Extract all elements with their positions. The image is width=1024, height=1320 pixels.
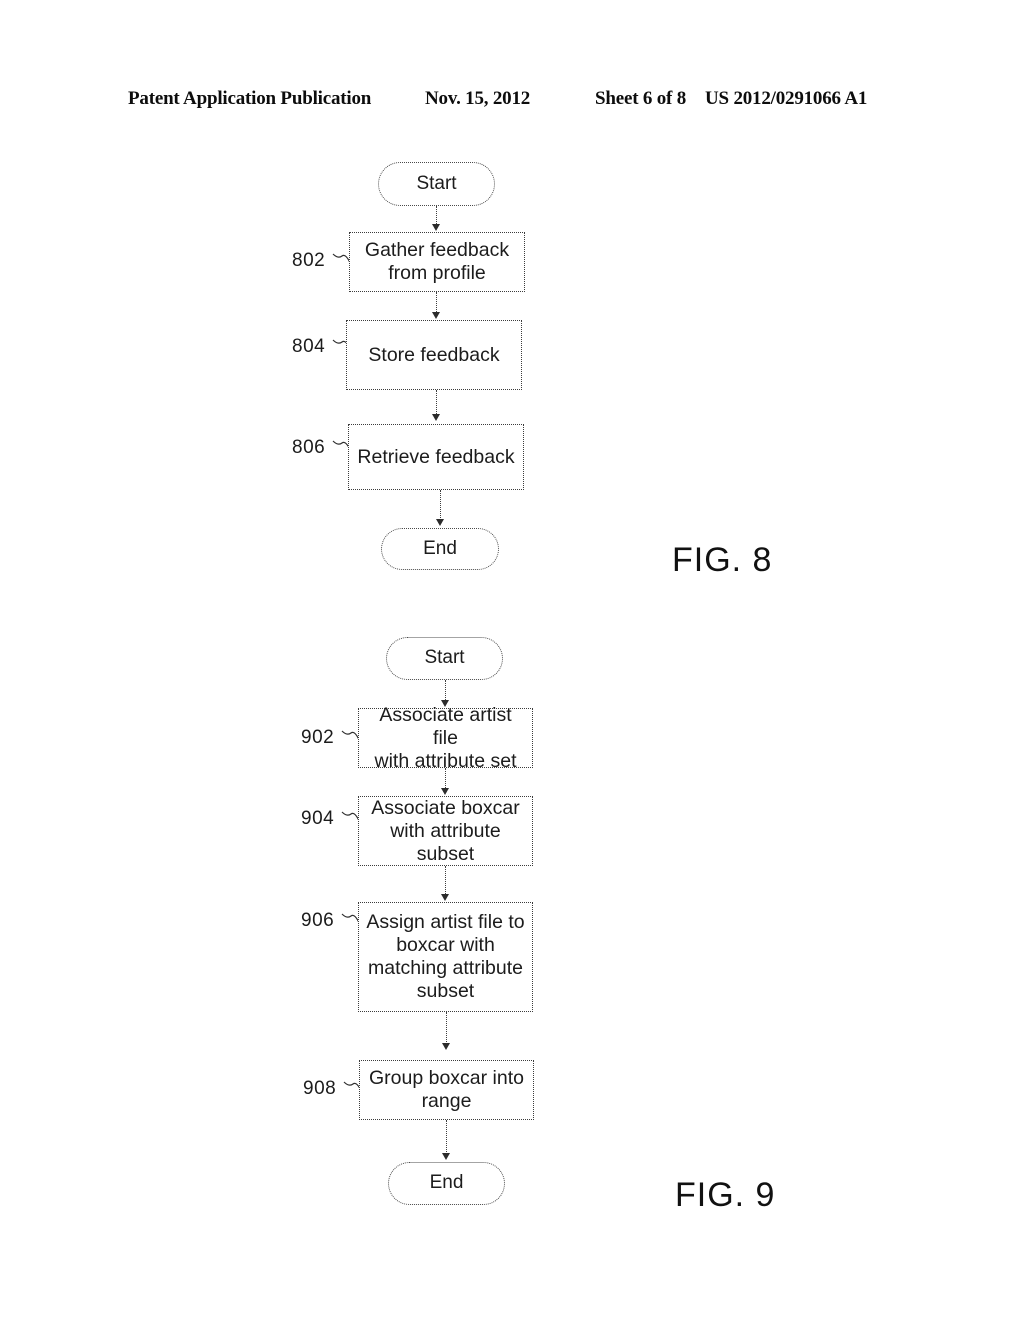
fig9-ref-label-906: 906 (301, 910, 335, 931)
fig8-step-802-line2: from profile (388, 262, 486, 284)
fig9-step-908: Group boxcar into range (359, 1060, 534, 1120)
fig9-step-904-line3: subset (416, 842, 475, 865)
fig8-step-806: Retrieve feedback (348, 424, 524, 490)
fig9-arrowhead-906 (441, 894, 449, 901)
fig9-ref-label-904: 904 (301, 808, 335, 829)
fig8-step-802-line1: Gather feedback (364, 239, 510, 261)
fig9-start-terminator: Start (386, 637, 503, 680)
fig9-step-902-line1: Associate artist file (379, 703, 512, 749)
fig8-caption: FIG. 8 (672, 541, 773, 579)
fig9-caption: FIG. 9 (675, 1176, 776, 1214)
fig8-end-terminator: End (381, 528, 499, 570)
fig8-step-806-line1: Retrieve feedback (357, 445, 515, 468)
fig8-end-label: End (423, 537, 457, 559)
fig9-step-904: Associate boxcar with attribute subset (358, 796, 533, 866)
fig8-step-802: Gather feedback from profile (349, 232, 525, 292)
fig8-arrowhead-804 (432, 312, 440, 319)
header-publication-date: Nov. 15, 2012 (425, 88, 531, 109)
fig9-end-label: End (429, 1172, 464, 1194)
fig8-ref-label-802: 802 (292, 250, 326, 271)
fig8-step-804-line1: Store feedback (368, 343, 500, 366)
fig8-ref-label-806: 806 (292, 437, 326, 458)
fig9-step-908-line1: Group boxcar into (368, 1067, 524, 1089)
fig9-step-906-line4: subset (416, 980, 475, 1002)
fig8-start-terminator: Start (378, 162, 495, 206)
fig8-connector-804-806 (436, 390, 437, 416)
fig9-connector-906-908 (446, 1012, 447, 1046)
fig8-start-label: Start (416, 172, 457, 194)
fig9-step-906-line3: matching attribute (367, 957, 523, 979)
fig8-connector-start-802 (436, 206, 437, 226)
fig9-step-902: Associate artist file with attribute set (358, 704, 533, 772)
fig8-connector-806-end (440, 490, 441, 522)
fig8-connector-802-804 (436, 292, 437, 314)
header-publication-title: Patent Application Publication (128, 88, 372, 109)
fig9-step-904-line1: Associate boxcar (371, 796, 520, 819)
fig9-step-906-line1: Assign artist file to (366, 911, 525, 933)
fig9-arrowhead-904 (441, 788, 449, 795)
fig8-step-804: Store feedback (346, 320, 522, 390)
fig9-arrowhead-908 (442, 1043, 450, 1050)
fig9-connector-908-end (446, 1120, 447, 1156)
fig8-ref-label-804: 804 (292, 336, 326, 357)
fig9-connector-904-906 (445, 866, 446, 896)
fig8-arrowhead-802 (432, 224, 440, 231)
fig8-arrowhead-end (436, 519, 444, 526)
fig9-connector-902-904 (445, 768, 446, 790)
fig9-ref-label-902: 902 (301, 727, 335, 748)
fig8-arrowhead-806 (432, 414, 440, 421)
header-sheet-number: Sheet 6 of 8 (595, 88, 687, 109)
fig9-end-terminator: End (388, 1162, 505, 1205)
page-header: Patent Application Publication Nov. 15, … (0, 88, 1024, 114)
fig9-connector-start-902 (445, 680, 446, 702)
header-patent-number: US 2012/0291066 A1 (705, 88, 868, 109)
fig9-step-904-line2: with attribute (390, 819, 501, 842)
fig9-step-906: Assign artist file to boxcar with matchi… (358, 902, 533, 1012)
fig9-step-908-line2: range (421, 1090, 472, 1112)
fig9-ref-label-908: 908 (303, 1078, 337, 1099)
fig9-start-label: Start (424, 647, 465, 669)
fig9-step-906-line2: boxcar with (396, 934, 495, 956)
fig9-arrowhead-end (442, 1153, 450, 1160)
